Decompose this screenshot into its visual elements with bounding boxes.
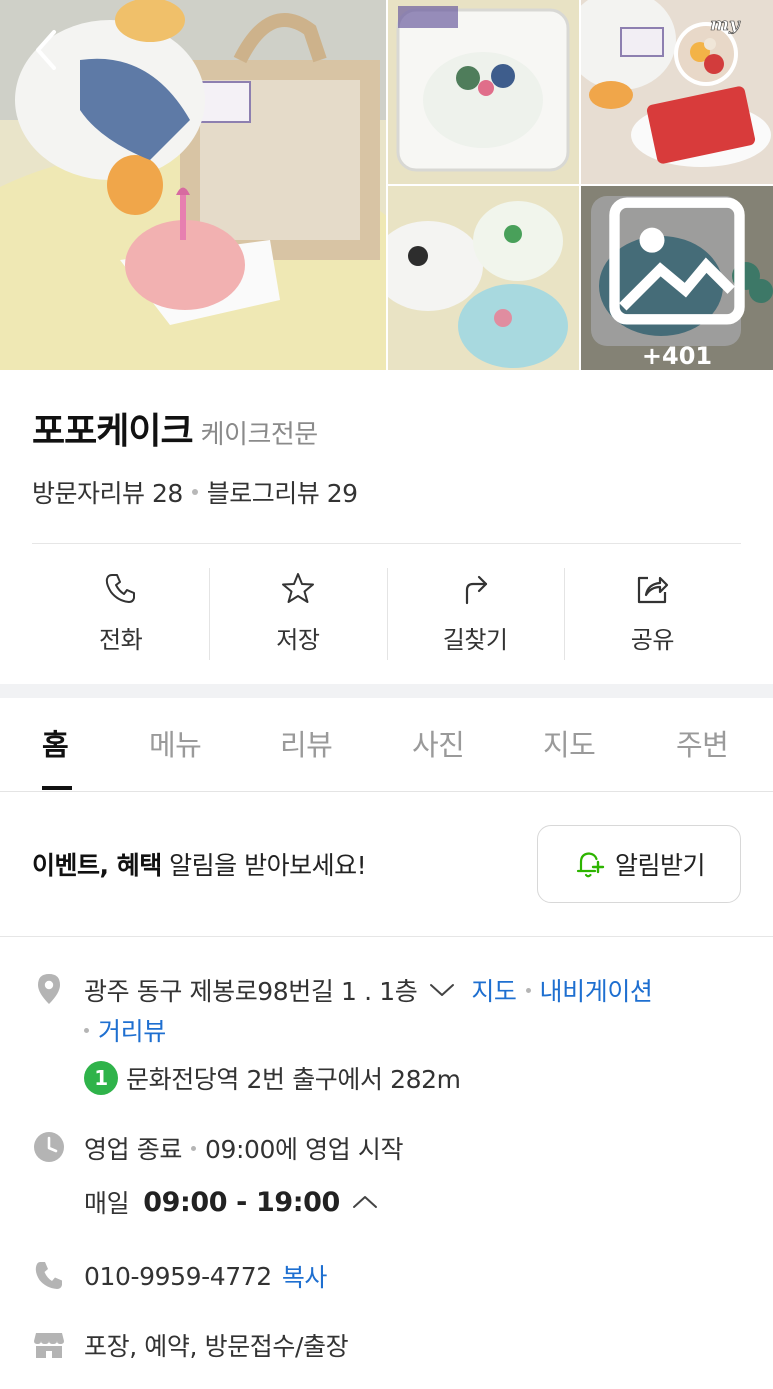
- navigation-link[interactable]: 내비게이션: [540, 972, 653, 1008]
- hours-day: 매일: [84, 1189, 130, 1218]
- directions-button[interactable]: 길찾기: [386, 566, 564, 662]
- action-label: 길찾기: [442, 626, 508, 654]
- separator-dot: [525, 987, 531, 993]
- tab-bar: 홈 메뉴 리뷰 사진 지도 주변: [0, 698, 773, 792]
- tab-nearby[interactable]: 주변: [676, 722, 729, 764]
- phone-row: 010-9959-4772 복사: [84, 1258, 327, 1294]
- image-icon: [609, 197, 745, 325]
- tab-home[interactable]: 홈: [42, 722, 69, 764]
- gallery-photo-more[interactable]: +401: [581, 186, 773, 370]
- business-status: 영업 종료: [84, 1135, 182, 1164]
- tab-photos[interactable]: 사진: [412, 722, 465, 764]
- notice-bold: 이벤트, 혜택: [32, 851, 162, 880]
- address-text: 광주 동구 제봉로98번길 1 . 1층: [84, 977, 418, 1006]
- tab-menu[interactable]: 메뉴: [149, 722, 202, 764]
- hours-row[interactable]: 매일 09:00 - 19:00: [84, 1184, 380, 1220]
- my-profile-button[interactable]: my: [670, 14, 744, 88]
- active-tab-indicator: [42, 786, 72, 790]
- street-view-row: 거리뷰: [84, 1012, 166, 1048]
- action-label: 전화: [99, 626, 143, 654]
- star-icon: [281, 573, 314, 603]
- action-label: 공유: [630, 626, 675, 654]
- address-row: 광주 동구 제봉로98번길 1 . 1층 지도 내비게이션: [84, 972, 653, 1008]
- separator-dot: [84, 1027, 89, 1033]
- location-pin-icon: [38, 974, 60, 1004]
- store-name: 포포케이크: [32, 411, 194, 452]
- store-icon: [34, 1333, 64, 1358]
- notify-button-label: 알림받기: [614, 851, 706, 880]
- store-title-row: 포포케이크 케이크전문: [32, 402, 318, 454]
- chevron-up-icon[interactable]: [350, 1192, 380, 1212]
- action-label: 저장: [276, 626, 320, 654]
- my-badge: my: [710, 14, 741, 35]
- notice-rest: 알림을 받아보세요!: [161, 851, 367, 880]
- more-photos-overlay: +401: [581, 186, 773, 370]
- phone-number[interactable]: 010-9959-4772: [84, 1262, 272, 1291]
- notice-message: 이벤트, 혜택 알림을 받아보세요!: [32, 846, 367, 882]
- phone-filled-icon: [35, 1262, 62, 1289]
- chevron-left-icon: [36, 30, 56, 70]
- services-text: 포장, 예약, 방문접수/출장: [84, 1332, 349, 1361]
- share-icon: [638, 576, 669, 604]
- copy-phone-link[interactable]: 복사: [282, 1258, 328, 1294]
- my-avatar-icon: my: [674, 14, 741, 86]
- tab-map[interactable]: 지도: [543, 722, 596, 764]
- notify-button[interactable]: 알림받기: [537, 825, 741, 903]
- share-button[interactable]: 공유: [563, 566, 741, 662]
- business-status-row: 영업 종료 09:00에 영업 시작: [84, 1130, 403, 1166]
- street-view-link[interactable]: 거리뷰: [98, 1012, 166, 1048]
- section-spacer: [0, 684, 773, 698]
- map-link[interactable]: 지도: [471, 972, 517, 1008]
- gallery-photo[interactable]: [388, 0, 579, 184]
- next-open-text: 09:00에 영업 시작: [204, 1135, 404, 1164]
- more-photos-count: +401: [641, 342, 713, 370]
- review-summary: 방문자리뷰 28 블로그리뷰 29: [32, 474, 358, 510]
- separator-dot: [191, 489, 198, 495]
- bell-plus-icon: [576, 852, 605, 878]
- subway-line-badge: 1: [84, 1061, 118, 1095]
- store-category: 케이크전문: [200, 420, 319, 450]
- save-button[interactable]: 저장: [209, 566, 386, 662]
- gallery-photo[interactable]: [388, 186, 579, 370]
- phone-icon: [105, 574, 135, 603]
- directions-icon: [466, 575, 488, 605]
- separator-dot: [190, 1145, 196, 1151]
- clock-icon: [34, 1132, 64, 1162]
- call-button[interactable]: 전화: [32, 566, 209, 662]
- divider: [32, 543, 741, 544]
- visitor-reviews-link[interactable]: 방문자리뷰 28: [32, 474, 183, 510]
- photo-gallery: +401 my: [0, 0, 773, 370]
- divider: [0, 936, 773, 937]
- services-row: 포장, 예약, 방문접수/출장: [84, 1327, 349, 1363]
- chevron-down-icon[interactable]: [427, 980, 457, 1000]
- subway-row: 1 문화전당역 2번 출구에서 282m: [84, 1060, 461, 1096]
- hours-time: 09:00 - 19:00: [143, 1186, 340, 1218]
- tab-reviews[interactable]: 리뷰: [280, 722, 333, 764]
- back-button[interactable]: [24, 22, 68, 78]
- action-bar: 전화 저장 길찾기 공유: [32, 566, 741, 662]
- subway-text: 문화전당역 2번 출구에서 282m: [126, 1065, 461, 1094]
- blog-reviews-link[interactable]: 블로그리뷰 29: [207, 474, 358, 510]
